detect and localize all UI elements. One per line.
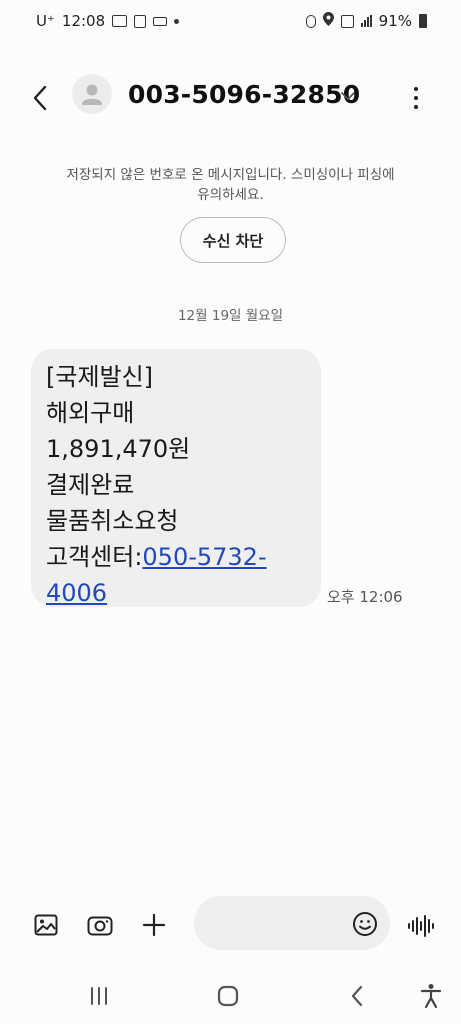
recents-icon — [91, 987, 107, 1005]
message-bubble[interactable]: [국제발신] 해외구매 1,891,470원 결제완료 물품취소요청 고객센터:… — [31, 349, 321, 607]
system-navigation-bar — [0, 974, 461, 1016]
attach-button[interactable] — [138, 909, 170, 941]
keyboard-icon — [153, 16, 168, 26]
accessibility-button[interactable] — [415, 980, 447, 1012]
conversation-header: 003-5096-32850 — [0, 62, 461, 130]
more-notifications-icon — [174, 18, 180, 24]
message-line: 1,891,470원 — [46, 435, 191, 463]
message-timestamp: 오후 12:06 — [327, 588, 403, 606]
message-line: 물품취소요청 — [46, 507, 179, 535]
nav-back-button[interactable] — [341, 980, 373, 1012]
phone-link-continued[interactable]: 4006 — [46, 579, 107, 607]
more-vertical-icon — [414, 87, 418, 91]
message-line: 해외구매 — [46, 399, 135, 427]
message-line: 고객센터:050-5732- — [46, 539, 307, 575]
gallery-button[interactable] — [30, 909, 62, 941]
image-icon — [34, 914, 58, 936]
recents-button[interactable] — [83, 980, 115, 1012]
more-options-button[interactable] — [404, 80, 428, 116]
home-icon — [217, 985, 239, 1007]
status-bar: U⁺ 12:08 91% — [0, 0, 461, 42]
unknown-sender-notice: 저장되지 않은 번호로 온 메시지입니다. 스미싱이나 피싱에 유의하세요. — [30, 165, 431, 205]
5g-icon — [340, 14, 354, 28]
clock: 12:08 — [61, 12, 106, 30]
block-number-button[interactable]: 수신 차단 — [180, 217, 286, 263]
home-button[interactable] — [212, 980, 244, 1012]
avatar[interactable] — [72, 74, 112, 114]
signal-icon — [360, 15, 372, 27]
carrier-label: U⁺ — [36, 12, 55, 30]
date-separator: 12월 19일 월요일 — [177, 308, 284, 324]
more-dot — [414, 105, 418, 109]
nav-back-icon — [351, 985, 363, 1007]
emoji-button[interactable] — [351, 910, 379, 938]
camera-icon — [87, 916, 113, 936]
plus-icon — [142, 913, 166, 937]
back-arrow-icon — [33, 85, 47, 111]
back-button[interactable] — [22, 80, 58, 116]
lock-icon — [134, 14, 147, 28]
more-dot — [414, 96, 418, 100]
status-left: U⁺ 12:08 — [36, 12, 180, 30]
message-text: 고객센터: — [46, 543, 143, 571]
voice-record-button[interactable] — [405, 912, 437, 940]
voicemail-icon — [112, 15, 128, 27]
message-line: 결제완료 — [46, 471, 135, 499]
vpn-icon — [305, 14, 316, 28]
accessibility-icon — [420, 984, 442, 1009]
person-icon — [82, 84, 102, 105]
message-line: [국제발신] — [46, 363, 154, 391]
notice-line-2: 유의하세요. — [197, 187, 264, 203]
battery-icon — [419, 14, 427, 28]
phone-link[interactable]: 050-5732- — [142, 543, 266, 571]
location-icon — [322, 12, 334, 30]
notice-line-1: 저장되지 않은 번호로 온 메시지입니다. 스미싱이나 피싱에 — [66, 167, 395, 183]
status-right: 91% — [305, 12, 427, 30]
chevron-down-icon — [341, 92, 355, 101]
message-line: 4006 — [46, 575, 307, 611]
contact-number[interactable]: 003-5096-32850 — [128, 80, 360, 109]
camera-button[interactable] — [84, 909, 116, 941]
voice-wave-icon — [408, 915, 434, 937]
emoji-icon — [353, 912, 377, 936]
expand-contact-button[interactable] — [340, 86, 356, 105]
battery-percent: 91% — [378, 12, 412, 30]
